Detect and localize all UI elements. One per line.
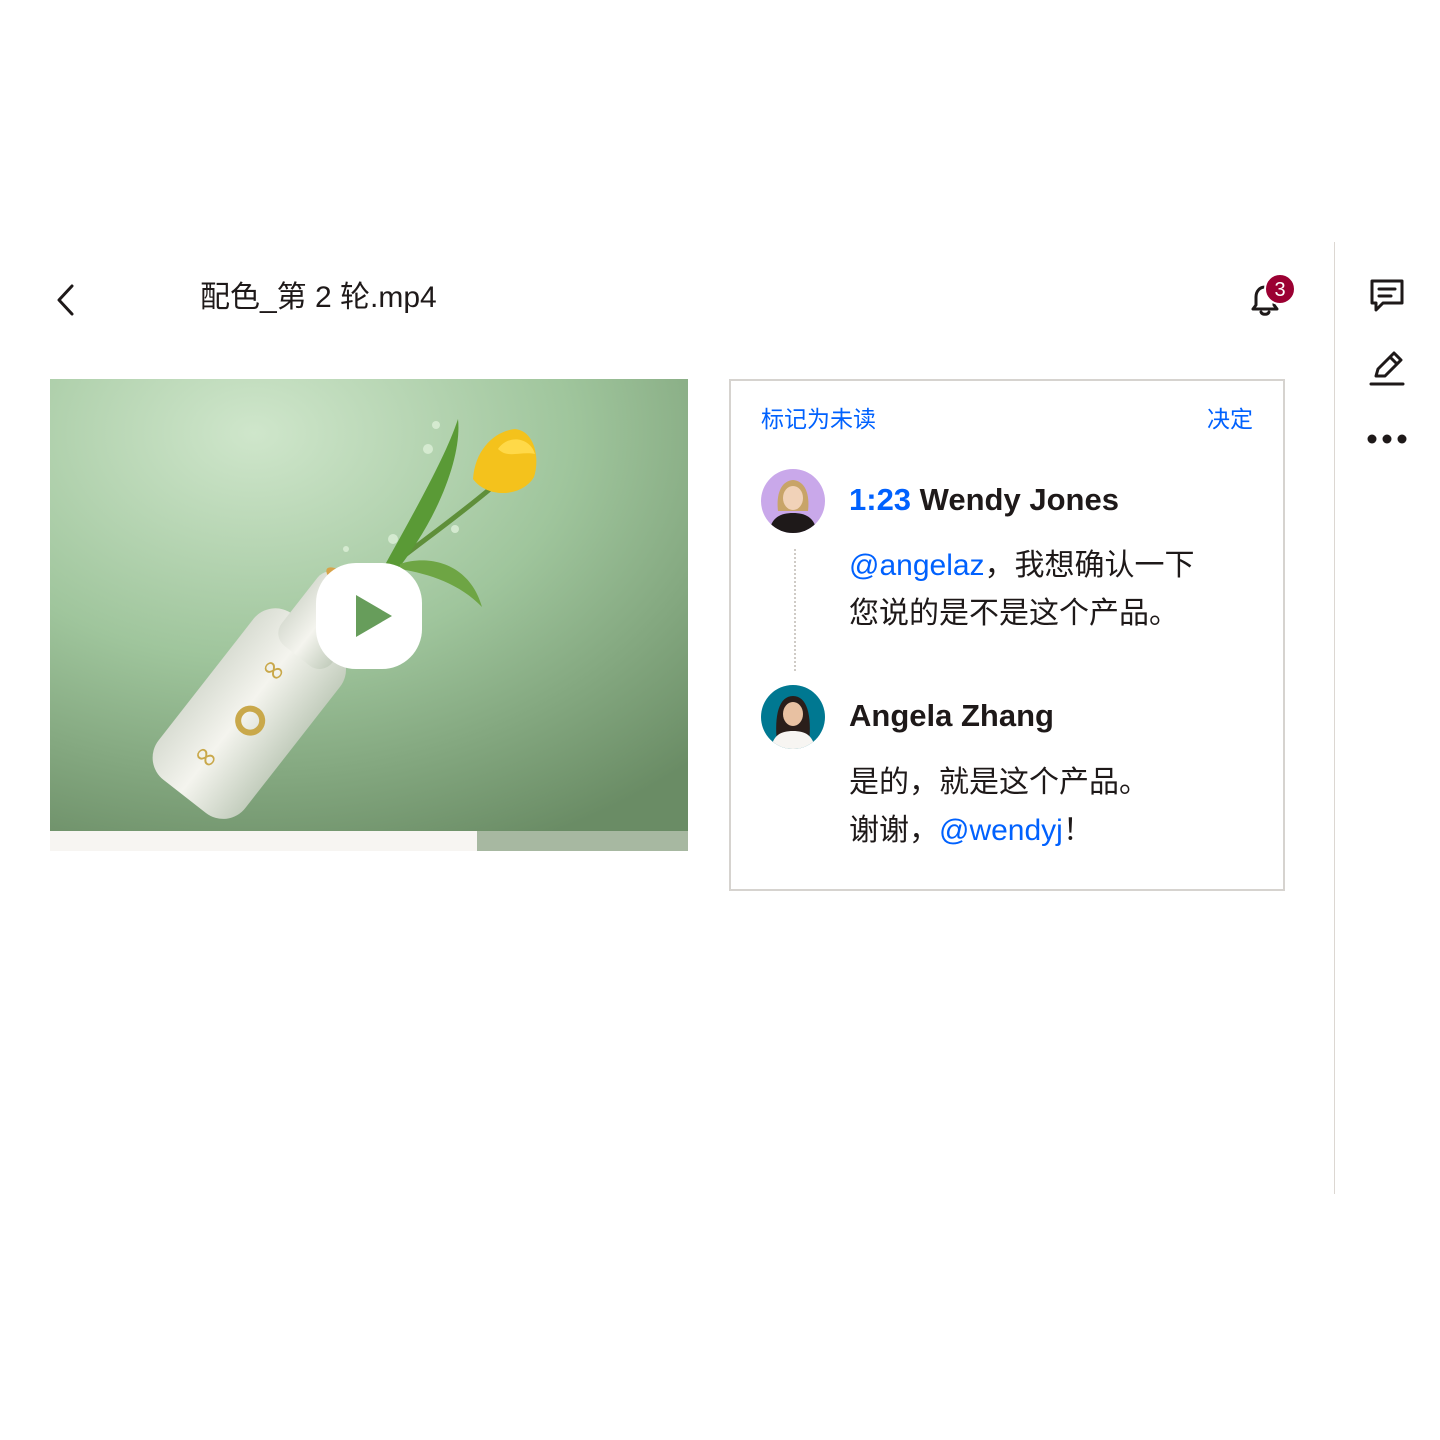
comment-text: @angelaz，我想确认一下 您说的是不是这个产品。: [849, 542, 1195, 638]
avatar-wendy-jones[interactable]: [761, 469, 825, 533]
comment-line: @angelaz，我想确认一下: [849, 542, 1195, 590]
user-avatar-image: [761, 469, 825, 533]
comments-rail-button[interactable]: [1366, 274, 1408, 316]
back-button[interactable]: [50, 282, 82, 318]
annotate-rail-button[interactable]: [1366, 346, 1408, 388]
mention-link[interactable]: @angelaz: [849, 549, 985, 582]
video-progress-bar[interactable]: [50, 831, 688, 851]
mark-unread-button[interactable]: 标记为未读: [761, 403, 876, 435]
more-rail-button[interactable]: [1366, 418, 1408, 460]
comment-line: 是的，就是这个产品。: [849, 766, 1149, 799]
comment-timestamp[interactable]: 1:23: [849, 482, 911, 517]
user-avatar-image: [761, 685, 825, 749]
notification-count-badge: 3: [1264, 273, 1296, 305]
resolve-button[interactable]: 决定: [1207, 403, 1253, 435]
play-icon: [356, 595, 392, 637]
comment-line: 谢谢，@wendyj！: [849, 807, 1149, 855]
comment-icon: [1370, 279, 1404, 312]
progress-played: [50, 831, 478, 851]
chevron-left-icon: [57, 284, 74, 316]
pencil-icon: [1369, 351, 1405, 386]
comment-header: 1:23 Wendy Jones: [849, 480, 1119, 520]
file-title: 配色_第 2 轮.mp4: [200, 281, 437, 314]
comment-text-segment: ！: [1062, 814, 1093, 847]
comment-text-segment: 谢谢，: [849, 814, 939, 847]
progress-remaining: [477, 831, 688, 851]
comment-author: Angela Zhang: [849, 698, 1054, 733]
comment-panel: 标记为未读 决定 1:23 Wendy Jones @angelaz，我想确认一…: [729, 379, 1285, 891]
comment-author: Wendy Jones: [919, 482, 1119, 517]
thread-connector: [794, 549, 796, 671]
comment-text: 是的，就是这个产品。 谢谢，@wendyj！: [849, 759, 1149, 855]
comment-line: 您说的是不是这个产品。: [849, 597, 1179, 630]
play-button[interactable]: [316, 563, 422, 669]
more-horizontal-icon: [1367, 434, 1407, 444]
rail-divider: [1334, 242, 1335, 1194]
avatar-angela-zhang[interactable]: [761, 685, 825, 749]
mention-link[interactable]: @wendyj: [939, 814, 1063, 847]
comment-text-segment: ，我想确认一下: [984, 549, 1195, 582]
